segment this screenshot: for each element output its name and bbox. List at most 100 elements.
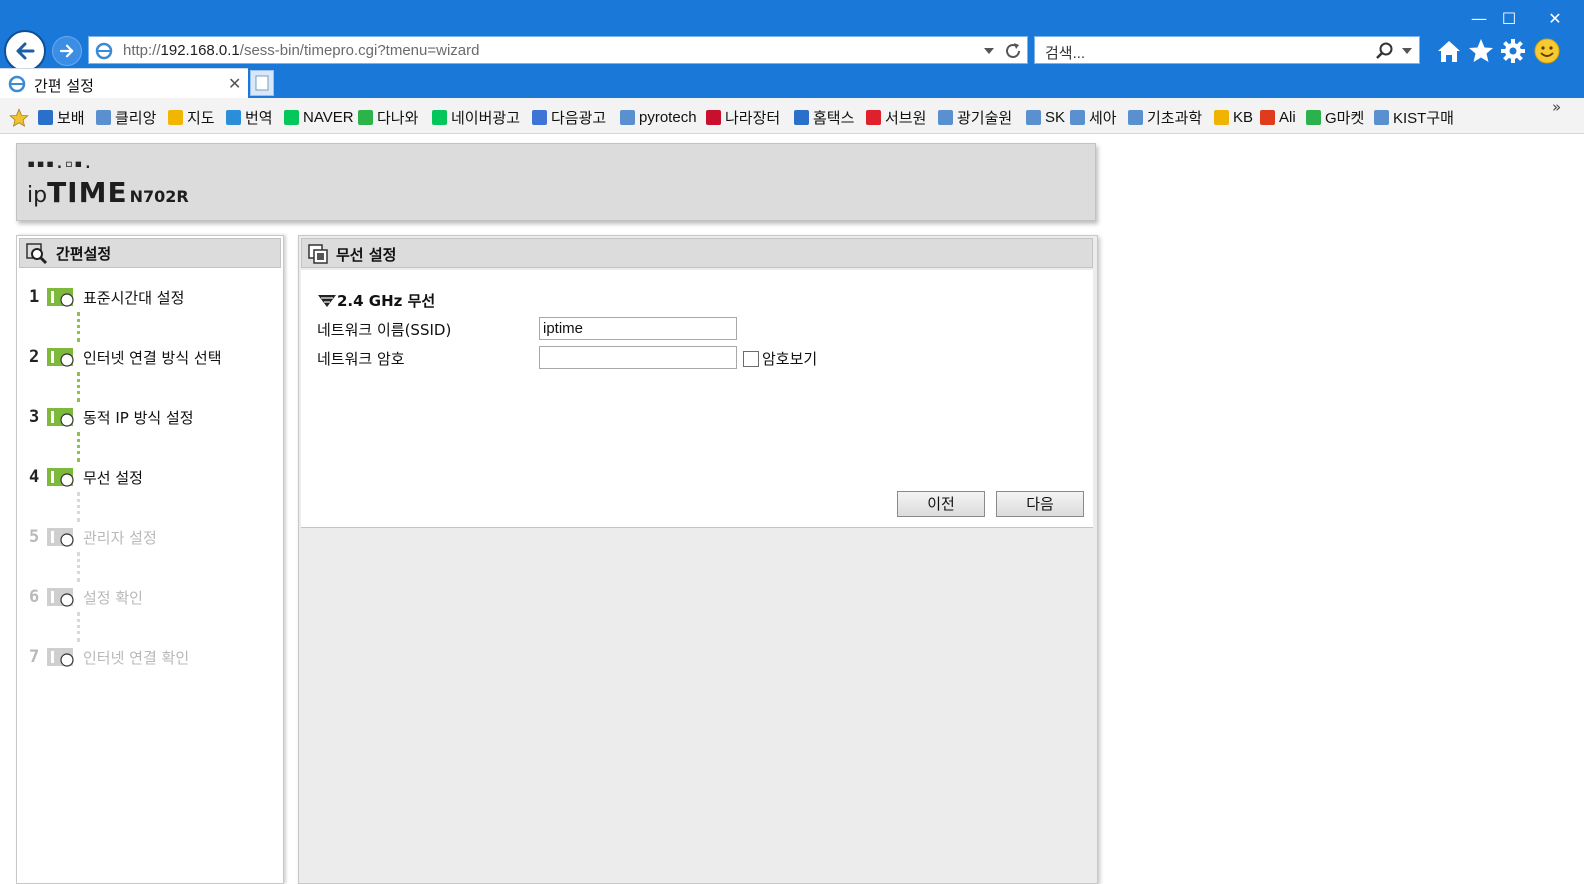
section-title: 2.4 GHz 무선 bbox=[317, 290, 435, 311]
favorite-item[interactable]: 세아 bbox=[1070, 107, 1117, 127]
minimize-button[interactable]: — bbox=[1464, 6, 1494, 32]
favorite-label: 서브원 bbox=[885, 109, 927, 127]
step-number: 4 bbox=[29, 467, 40, 487]
favorite-label: 세아 bbox=[1089, 109, 1117, 127]
step-number: 5 bbox=[29, 527, 40, 547]
password-input[interactable] bbox=[539, 346, 737, 369]
favorite-label: KIST구매 bbox=[1393, 109, 1454, 127]
address-bar[interactable]: http://192.168.0.1/sess-bin/timepro.cgi?… bbox=[88, 36, 1028, 64]
favorite-site-icon bbox=[620, 109, 635, 125]
step-number: 7 bbox=[29, 647, 40, 667]
add-favorite-star-icon[interactable] bbox=[8, 107, 30, 129]
close-window-button[interactable]: ✕ bbox=[1540, 6, 1570, 32]
show-password-label: 암호보기 bbox=[762, 350, 818, 368]
favorite-item[interactable]: 번역 bbox=[226, 107, 273, 127]
step-icon bbox=[47, 648, 74, 667]
home-icon[interactable] bbox=[1434, 36, 1464, 66]
favorite-item[interactable]: 서브원 bbox=[866, 107, 926, 127]
step-label: 무선 설정 bbox=[83, 468, 143, 487]
wizard-step-5[interactable]: 5 관리자 설정 bbox=[29, 524, 157, 550]
favorite-item[interactable]: pyrotech bbox=[620, 107, 697, 127]
ie-tab-icon bbox=[8, 75, 26, 93]
favorite-item[interactable]: Ali bbox=[1260, 107, 1296, 127]
tab-close-icon[interactable]: ✕ bbox=[228, 74, 241, 93]
search-icon[interactable] bbox=[1375, 41, 1395, 61]
back-button[interactable] bbox=[4, 30, 46, 72]
step-connector bbox=[77, 432, 80, 462]
show-password-toggle[interactable]: 암호보기 bbox=[743, 348, 817, 369]
favorite-item[interactable]: G마켓 bbox=[1306, 107, 1364, 127]
favorites-overflow-icon[interactable]: » bbox=[1552, 98, 1561, 116]
favorite-item[interactable]: 네이버광고 bbox=[432, 107, 520, 127]
wizard-step-3[interactable]: 3 동적 IP 방식 설정 bbox=[29, 404, 194, 430]
section-title-text: 2.4 GHz 무선 bbox=[337, 292, 436, 310]
wizard-step-7[interactable]: 7 인터넷 연결 확인 bbox=[29, 644, 189, 670]
wizard-step-1[interactable]: 1 표준시간대 설정 bbox=[29, 284, 184, 310]
favorite-item[interactable]: SK bbox=[1026, 107, 1065, 127]
step-label: 표준시간대 설정 bbox=[83, 288, 185, 307]
step-number: 2 bbox=[29, 347, 40, 367]
step-icon bbox=[47, 288, 74, 307]
search-dropdown-icon[interactable] bbox=[1401, 47, 1413, 55]
favorite-item[interactable]: 기초과학 bbox=[1128, 107, 1202, 127]
main-title: 무선 설정 bbox=[336, 246, 397, 264]
tab-bar: 간편 설정 ✕ bbox=[0, 68, 1584, 98]
new-tab-button[interactable] bbox=[250, 70, 274, 96]
logo-model: N702R bbox=[129, 187, 189, 206]
favorite-site-icon bbox=[1306, 109, 1321, 125]
favorite-site-icon bbox=[1214, 109, 1229, 125]
favorite-item[interactable]: 다나와 bbox=[358, 107, 418, 127]
step-number: 1 bbox=[29, 287, 40, 307]
favorite-label: 홈택스 bbox=[813, 109, 855, 127]
maximize-button[interactable]: ☐ bbox=[1494, 6, 1524, 32]
favorite-item[interactable]: 지도 bbox=[168, 107, 215, 127]
favorite-item[interactable]: KIST구매 bbox=[1374, 107, 1454, 127]
gear-icon[interactable] bbox=[1498, 36, 1528, 66]
show-password-checkbox[interactable] bbox=[743, 350, 759, 367]
next-button[interactable]: 다음 bbox=[996, 491, 1084, 517]
password-label: 네트워크 암호 bbox=[317, 350, 405, 368]
favorite-site-icon bbox=[358, 109, 373, 125]
logo-time: TIME bbox=[47, 176, 128, 209]
router-page: ▪▪▪.▫▪. ipTIME N702R 간편설정 1 표준시간대 설정 2 인터넷 연… bbox=[0, 135, 1584, 884]
prev-button[interactable]: 이전 bbox=[897, 491, 985, 517]
refresh-icon[interactable] bbox=[1003, 41, 1023, 61]
dropdown-icon[interactable] bbox=[983, 47, 995, 55]
step-icon bbox=[47, 408, 74, 427]
favorite-label: 다음광고 bbox=[551, 109, 607, 127]
step-connector bbox=[77, 372, 80, 402]
favorite-item[interactable]: 광기술원 bbox=[938, 107, 1012, 127]
favorite-label: 나라장터 bbox=[725, 109, 781, 127]
favorites-star-icon[interactable] bbox=[1466, 36, 1496, 66]
ssid-input[interactable] bbox=[539, 317, 737, 340]
iptime-logo: ipTIME N702R bbox=[27, 176, 189, 209]
wizard-step-4[interactable]: 4 무선 설정 bbox=[29, 464, 143, 490]
favorite-label: 다나와 bbox=[377, 109, 419, 127]
favorite-item[interactable]: 클리앙 bbox=[96, 107, 156, 127]
favorite-item[interactable]: NAVER bbox=[284, 107, 354, 127]
search-box[interactable]: 검색... bbox=[1034, 36, 1420, 64]
ie-page-icon bbox=[95, 42, 113, 60]
wifi-signal-icon bbox=[318, 294, 336, 307]
favorite-item[interactable]: 홈택스 bbox=[794, 107, 854, 127]
sidebar-header: 간편설정 bbox=[19, 238, 281, 268]
step-number: 3 bbox=[29, 407, 40, 427]
wizard-step-6[interactable]: 6 설정 확인 bbox=[29, 584, 143, 610]
tab-active[interactable]: 간편 설정 ✕ bbox=[0, 68, 248, 98]
smiley-feedback-icon[interactable] bbox=[1532, 36, 1562, 66]
main-panel: 무선 설정 2.4 GHz 무선 네트워크 이름(SSID) 네트워크 암호 암… bbox=[298, 235, 1098, 884]
back-arrow-icon bbox=[16, 42, 35, 60]
favorite-item[interactable]: KB bbox=[1214, 107, 1253, 127]
window-copy-icon bbox=[308, 244, 328, 264]
favorite-item[interactable]: 다음광고 bbox=[532, 107, 606, 127]
forward-button[interactable] bbox=[52, 36, 82, 66]
favorite-item[interactable]: 나라장터 bbox=[706, 107, 780, 127]
forward-arrow-icon bbox=[59, 44, 74, 58]
sidebar-title: 간편설정 bbox=[56, 245, 112, 263]
favorite-label: 지도 bbox=[187, 109, 215, 127]
wizard-step-2[interactable]: 2 인터넷 연결 방식 선택 bbox=[29, 344, 222, 370]
favorite-item[interactable]: 보배 bbox=[38, 107, 85, 127]
main-header: 무선 설정 bbox=[301, 238, 1093, 268]
favorite-label: 번역 bbox=[245, 109, 273, 127]
favorite-site-icon bbox=[226, 109, 241, 125]
